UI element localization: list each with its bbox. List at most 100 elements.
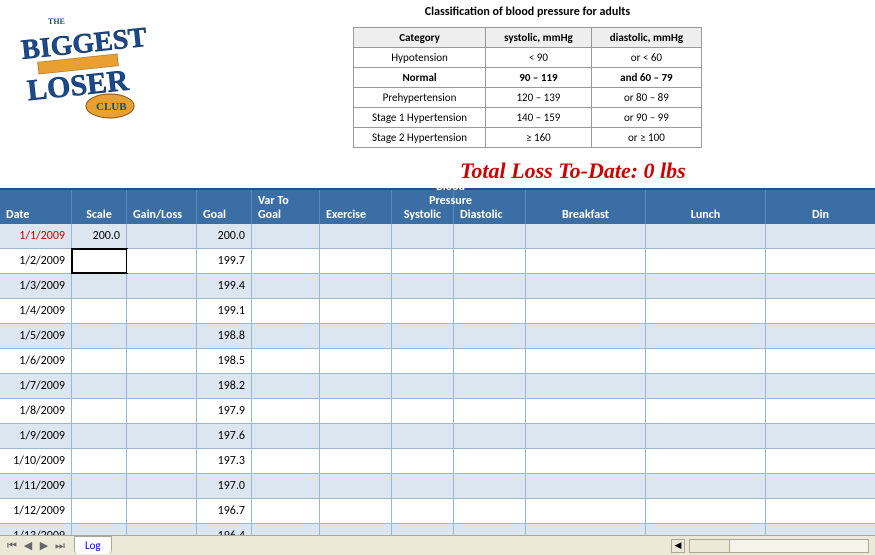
cell-systolic[interactable] xyxy=(392,474,454,498)
cell-diastolic[interactable] xyxy=(454,424,526,448)
cell-systolic[interactable] xyxy=(392,249,454,273)
cell-date[interactable]: 1/12/2009 xyxy=(0,499,72,523)
cell-scale[interactable] xyxy=(72,474,127,498)
data-grid[interactable]: Date Scale Gain/Loss Goal Var ToGoal Exe… xyxy=(0,188,875,549)
cell-diastolic[interactable] xyxy=(454,274,526,298)
cell-date[interactable]: 1/4/2009 xyxy=(0,299,72,323)
cell-systolic[interactable] xyxy=(392,449,454,473)
cell-scale[interactable] xyxy=(72,374,127,398)
cell-lunch[interactable] xyxy=(646,349,766,373)
cell-exercise[interactable] xyxy=(320,299,392,323)
cell-diastolic[interactable] xyxy=(454,374,526,398)
cell-var[interactable] xyxy=(252,374,320,398)
cell-goal[interactable]: 199.7 xyxy=(197,249,252,273)
cell-goal[interactable]: 197.6 xyxy=(197,424,252,448)
tab-nav-first-icon[interactable]: ⏮ xyxy=(4,538,20,554)
cell-exercise[interactable] xyxy=(320,324,392,348)
cell-var[interactable] xyxy=(252,449,320,473)
cell-dinner[interactable] xyxy=(766,474,875,498)
cell-dinner[interactable] xyxy=(766,224,875,248)
cell-goal[interactable]: 197.3 xyxy=(197,449,252,473)
cell-exercise[interactable] xyxy=(320,224,392,248)
cell-dinner[interactable] xyxy=(766,424,875,448)
cell-lunch[interactable] xyxy=(646,224,766,248)
cell-lunch[interactable] xyxy=(646,424,766,448)
cell-scale[interactable] xyxy=(72,399,127,423)
cell-gainloss[interactable] xyxy=(127,449,197,473)
cell-var[interactable] xyxy=(252,474,320,498)
cell-breakfast[interactable] xyxy=(526,374,646,398)
cell-lunch[interactable] xyxy=(646,274,766,298)
cell-diastolic[interactable] xyxy=(454,324,526,348)
cell-goal[interactable]: 197.9 xyxy=(197,399,252,423)
cell-systolic[interactable] xyxy=(392,399,454,423)
cell-diastolic[interactable] xyxy=(454,249,526,273)
cell-diastolic[interactable] xyxy=(454,224,526,248)
hscroll-track[interactable] xyxy=(689,539,869,553)
sheet-tab-log[interactable]: Log xyxy=(74,536,112,554)
cell-scale[interactable] xyxy=(72,249,127,273)
cell-exercise[interactable] xyxy=(320,349,392,373)
cell-dinner[interactable] xyxy=(766,324,875,348)
cell-var[interactable] xyxy=(252,249,320,273)
cell-goal[interactable]: 198.2 xyxy=(197,374,252,398)
cell-date[interactable]: 1/11/2009 xyxy=(0,474,72,498)
cell-gainloss[interactable] xyxy=(127,499,197,523)
cell-gainloss[interactable] xyxy=(127,274,197,298)
cell-lunch[interactable] xyxy=(646,499,766,523)
cell-gainloss[interactable] xyxy=(127,474,197,498)
cell-gainloss[interactable] xyxy=(127,374,197,398)
cell-exercise[interactable] xyxy=(320,499,392,523)
cell-var[interactable] xyxy=(252,224,320,248)
cell-gainloss[interactable] xyxy=(127,299,197,323)
cell-diastolic[interactable] xyxy=(454,299,526,323)
cell-scale[interactable] xyxy=(72,449,127,473)
cell-date[interactable]: 1/9/2009 xyxy=(0,424,72,448)
cell-goal[interactable]: 196.7 xyxy=(197,499,252,523)
cell-goal[interactable]: 197.0 xyxy=(197,474,252,498)
cell-gainloss[interactable] xyxy=(127,349,197,373)
cell-exercise[interactable] xyxy=(320,424,392,448)
cell-systolic[interactable] xyxy=(392,424,454,448)
cell-dinner[interactable] xyxy=(766,449,875,473)
cell-breakfast[interactable] xyxy=(526,399,646,423)
cell-gainloss[interactable] xyxy=(127,424,197,448)
cell-date[interactable]: 1/6/2009 xyxy=(0,349,72,373)
cell-exercise[interactable] xyxy=(320,249,392,273)
cell-date[interactable]: 1/5/2009 xyxy=(0,324,72,348)
cell-systolic[interactable] xyxy=(392,324,454,348)
cell-gainloss[interactable] xyxy=(127,399,197,423)
cell-goal[interactable]: 200.0 xyxy=(197,224,252,248)
cell-breakfast[interactable] xyxy=(526,249,646,273)
cell-systolic[interactable] xyxy=(392,374,454,398)
cell-breakfast[interactable] xyxy=(526,449,646,473)
cell-breakfast[interactable] xyxy=(526,499,646,523)
cell-systolic[interactable] xyxy=(392,499,454,523)
tab-nav-last-icon[interactable]: ⏭ xyxy=(52,538,68,554)
hscroll-left-icon[interactable]: ◀ xyxy=(671,539,685,553)
cell-diastolic[interactable] xyxy=(454,499,526,523)
cell-systolic[interactable] xyxy=(392,349,454,373)
cell-breakfast[interactable] xyxy=(526,299,646,323)
cell-breakfast[interactable] xyxy=(526,474,646,498)
cell-dinner[interactable] xyxy=(766,349,875,373)
tab-nav-prev-icon[interactable]: ◀ xyxy=(20,538,36,554)
cell-var[interactable] xyxy=(252,399,320,423)
cell-exercise[interactable] xyxy=(320,399,392,423)
cell-dinner[interactable] xyxy=(766,249,875,273)
cell-breakfast[interactable] xyxy=(526,349,646,373)
cell-breakfast[interactable] xyxy=(526,224,646,248)
cell-systolic[interactable] xyxy=(392,274,454,298)
cell-var[interactable] xyxy=(252,499,320,523)
cell-scale[interactable] xyxy=(72,424,127,448)
cell-goal[interactable]: 199.4 xyxy=(197,274,252,298)
cell-gainloss[interactable] xyxy=(127,324,197,348)
cell-dinner[interactable] xyxy=(766,399,875,423)
cell-lunch[interactable] xyxy=(646,299,766,323)
cell-scale[interactable]: 200.0 xyxy=(72,224,127,248)
cell-diastolic[interactable] xyxy=(454,449,526,473)
cell-scale[interactable] xyxy=(72,499,127,523)
cell-var[interactable] xyxy=(252,324,320,348)
cell-breakfast[interactable] xyxy=(526,424,646,448)
cell-diastolic[interactable] xyxy=(454,474,526,498)
